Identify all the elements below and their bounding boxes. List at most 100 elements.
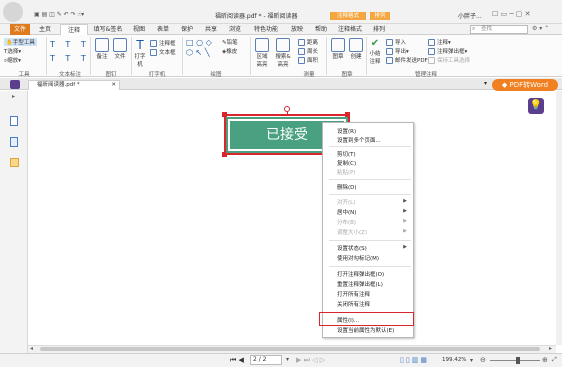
summarize-button[interactable]: ✔ 小结注释 xyxy=(368,38,382,65)
menu-item-settings[interactable]: 设置(R) xyxy=(337,127,356,135)
textbox-button[interactable]: 文本框 xyxy=(150,48,176,56)
menu-item-center[interactable]: 居中(N) xyxy=(337,208,356,216)
tab-view[interactable]: 视图 xyxy=(128,24,150,35)
tab-annotation-format[interactable]: 注释格式 xyxy=(334,24,366,35)
tab-arrange[interactable]: 排列 xyxy=(368,24,390,35)
menu-item-align[interactable]: 对齐(L) xyxy=(337,198,355,206)
lightbulb-icon[interactable]: 💡 xyxy=(528,98,544,114)
divider xyxy=(182,37,183,75)
tab-help[interactable]: 帮助 xyxy=(310,24,332,35)
gear-icon[interactable]: ⚙ ▾ ⌃ xyxy=(532,25,549,32)
resize-handle[interactable] xyxy=(222,112,227,117)
menu-item-distribute[interactable]: 分布(B) xyxy=(337,218,356,226)
pdf-to-word-button[interactable]: ◆ PDF转Word xyxy=(492,79,558,91)
perimeter-button[interactable]: 周长 xyxy=(298,47,318,55)
shape-tools[interactable]: □ ○ ◇ ⬡ ↖ ╲ xyxy=(186,38,212,58)
resize-handle[interactable] xyxy=(345,112,350,117)
zoom-tool-button[interactable]: ⌕缩放▾ xyxy=(4,56,21,65)
contextual-tab-annotation-format[interactable]: 注释格式 xyxy=(330,12,366,20)
contextual-tab-arrange[interactable]: 排列 xyxy=(370,12,390,20)
menu-item-open-popup[interactable]: 打开注释弹出框(O) xyxy=(337,270,384,278)
layers-icon[interactable] xyxy=(10,158,19,167)
keep-tool-checkbox[interactable]: 保持工具选择 xyxy=(428,56,470,64)
resize-handle[interactable] xyxy=(222,152,227,157)
page-thumbnail-icon[interactable] xyxy=(10,116,18,126)
menu-divider xyxy=(329,194,411,195)
menu-item-copy[interactable]: 复制(C) xyxy=(337,159,356,167)
zoom-slider-thumb[interactable] xyxy=(516,357,520,364)
vertical-scrollbar[interactable] xyxy=(556,91,562,345)
submenu-arrow-icon: ▶ xyxy=(403,244,407,250)
next-last-page-buttons[interactable]: ▶ ⏭ ◁ ▷ xyxy=(296,356,325,365)
search-highlight-button[interactable]: 搜索&高亮 xyxy=(274,38,292,68)
menu-item-close-all[interactable]: 关闭所有注释 xyxy=(337,300,370,308)
app-logo[interactable] xyxy=(3,2,23,22)
callout-button[interactable]: 注释框 xyxy=(150,39,176,47)
zoom-dropdown-icon[interactable]: ▾ xyxy=(470,357,473,364)
stamp-button[interactable]: 图章 xyxy=(330,38,346,60)
menu-item-apply-multiple-pages[interactable]: 设置到多个页面... xyxy=(337,136,381,144)
scroll-left-arrow-icon[interactable]: ◂ xyxy=(30,345,33,352)
tab-form[interactable]: 表单 xyxy=(152,24,174,35)
annot-panel-button[interactable]: 注释▾ xyxy=(428,38,451,46)
eraser-button[interactable]: ◈橡皮 xyxy=(222,47,237,55)
page-dropdown-icon[interactable]: ▾ xyxy=(286,356,289,363)
menu-item-cut[interactable]: 剪切(T) xyxy=(337,150,356,158)
divider xyxy=(131,37,132,75)
close-icon[interactable]: ✕ xyxy=(111,81,116,90)
menu-item-checkmark[interactable]: 使用对勾标记(M) xyxy=(337,254,379,262)
tab-slideshow[interactable]: 放映 xyxy=(286,24,308,35)
text-markup-tools-2[interactable]: T T T xyxy=(50,54,90,63)
user-name[interactable]: 小胖子... xyxy=(458,11,482,20)
export-button[interactable]: 导出▾ xyxy=(386,47,409,55)
area-highlight-button[interactable]: 区域高亮 xyxy=(254,38,270,68)
menu-divider xyxy=(329,266,411,267)
document-tab[interactable]: 福昕阅读器.pdf * ✕ xyxy=(28,80,120,90)
tab-protect[interactable]: 保护 xyxy=(176,24,198,35)
pencil-button[interactable]: ✎铅笔 xyxy=(222,38,238,46)
email-pdf-button[interactable]: 邮件发送PDF xyxy=(386,56,428,64)
menu-item-resize[interactable]: 调整大小(Z) xyxy=(337,228,367,236)
select-tool-button[interactable]: T选择▾ xyxy=(4,47,21,55)
area-button[interactable]: 面积 xyxy=(298,56,318,64)
search-input[interactable]: 查找 xyxy=(470,25,528,34)
zoom-slider[interactable] xyxy=(490,360,540,361)
first-prev-page-buttons[interactable]: ⏮ ◀ xyxy=(230,356,244,365)
tab-home[interactable]: 主页 xyxy=(32,24,58,35)
file-attach-button[interactable]: 文件 xyxy=(112,38,128,60)
typewriter-button[interactable]: T 打字机 xyxy=(134,38,146,68)
quick-access-toolbar[interactable]: ▣ ▤ ◫ ✎ ↶ ↷ ☝▾ xyxy=(34,11,84,18)
note-button[interactable]: 备注 xyxy=(94,38,110,60)
import-button[interactable]: 导入 xyxy=(386,38,406,46)
scroll-right-arrow-icon[interactable]: ▸ xyxy=(549,345,552,352)
menu-item-open-all[interactable]: 打开所有注释 xyxy=(337,290,370,298)
zoom-level[interactable]: 199.42% xyxy=(442,357,466,363)
tab-file[interactable]: 文件 xyxy=(10,24,30,35)
bookmark-icon[interactable] xyxy=(10,137,18,147)
tab-share[interactable]: 共享 xyxy=(200,24,222,35)
menu-item-set-default[interactable]: 设置当前属性为默认(E) xyxy=(337,326,394,334)
window-controls[interactable]: ☐ ▭ ─ ▢ ✕ xyxy=(492,10,530,18)
scrollbar-thumb[interactable] xyxy=(40,347,540,351)
view-mode-icons[interactable]: ▯▯▥▦ xyxy=(400,356,429,364)
group-text-markup-label: 文本标注 xyxy=(58,72,81,78)
divider xyxy=(90,37,91,75)
tab-features[interactable]: 特色功能 xyxy=(248,24,284,35)
menu-item-paste[interactable]: 粘贴(P) xyxy=(337,168,356,176)
text-markup-tools[interactable]: T T T xyxy=(50,40,90,49)
hand-tool-button[interactable]: ✋手型工具 xyxy=(4,38,37,46)
zoom-out-icon[interactable]: ⊖ xyxy=(480,356,486,364)
page-number-input[interactable]: 2 / 2 xyxy=(250,355,282,365)
tab-browse[interactable]: 浏览 xyxy=(224,24,246,35)
annot-popup-button[interactable]: 注释弹出框▾ xyxy=(428,47,467,55)
create-stamp-button[interactable]: 创建 xyxy=(348,38,364,60)
chevron-down-icon[interactable]: ▾ xyxy=(484,80,487,87)
expand-icon[interactable]: ⤢ xyxy=(552,356,557,364)
tab-fill-sign[interactable]: 填写&签名 xyxy=(90,24,126,35)
menu-item-reset-popup[interactable]: 重置注释弹出框(L) xyxy=(337,280,383,288)
zoom-in-icon[interactable]: ⊕ xyxy=(542,356,548,364)
expand-arrow-icon[interactable]: ▸ xyxy=(12,93,15,100)
menu-item-set-status[interactable]: 设置状态(S) xyxy=(337,244,367,252)
menu-item-delete[interactable]: 删除(D) xyxy=(337,183,357,191)
distance-button[interactable]: 距离 xyxy=(298,38,318,46)
